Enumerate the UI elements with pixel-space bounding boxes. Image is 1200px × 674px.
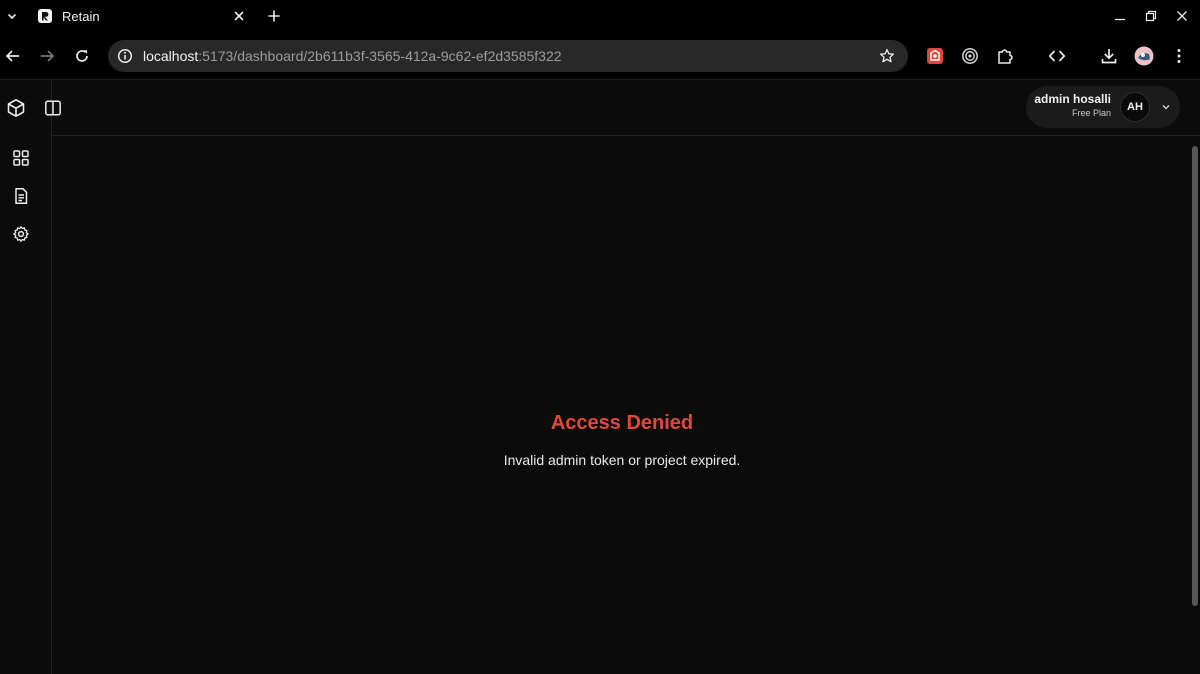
user-menu-chevron (1159, 100, 1173, 114)
download-icon (1101, 49, 1117, 64)
avatar: AH (1120, 92, 1150, 122)
reload-icon (76, 50, 88, 62)
retain-favicon-icon (38, 9, 52, 23)
browser-tab-strip: Retain (0, 0, 1200, 32)
star-icon (879, 48, 895, 63)
toggle-sidebar-button[interactable] (42, 97, 64, 119)
sidebar-item-dashboard[interactable] (10, 147, 32, 169)
gear-icon (13, 226, 29, 242)
url-path: :5173/dashboard/2b611b3f-3565-412a-9c62-… (198, 48, 562, 64)
browser-tab[interactable]: Retain (28, 0, 254, 32)
user-menu-button[interactable]: admin hosalli Free Plan AH (1026, 86, 1180, 128)
close-icon (1177, 11, 1187, 21)
sidebar-panel-icon (45, 100, 61, 116)
address-bar[interactable]: localhost:5173/dashboard/2b611b3f-3565-4… (108, 40, 908, 72)
chevron-down-icon (7, 13, 17, 20)
red-extension-icon (927, 48, 943, 64)
browser-menu-button[interactable] (1167, 44, 1191, 68)
profile-avatar-icon (1134, 46, 1154, 66)
site-info-button[interactable] (116, 47, 134, 65)
code-icon (1048, 50, 1066, 62)
main-content: Access Denied Invalid admin token or pro… (52, 136, 1200, 674)
close-icon (234, 11, 244, 21)
close-window-button[interactable] (1170, 6, 1194, 26)
extension-red-button[interactable] (923, 44, 947, 68)
document-icon (15, 188, 28, 204)
url-text[interactable]: localhost:5173/dashboard/2b611b3f-3565-4… (143, 48, 562, 64)
main-scrollbar[interactable] (1192, 146, 1198, 606)
tab-list-button[interactable] (3, 7, 21, 25)
restore-icon (1145, 10, 1157, 22)
target-icon (962, 48, 978, 64)
minimize-button[interactable] (1108, 6, 1132, 26)
extension-target-button[interactable] (958, 44, 982, 68)
sidebar-item-settings[interactable] (10, 223, 32, 245)
user-plan: Free Plan (1071, 108, 1111, 118)
back-button[interactable] (1, 44, 25, 68)
reload-button[interactable] (70, 44, 94, 68)
error-message: Invalid admin token or project expired. (503, 452, 741, 468)
arrow-left-icon (5, 50, 19, 62)
extensions-button[interactable] (993, 44, 1017, 68)
devtools-button[interactable] (1045, 44, 1069, 68)
browser-toolbar: localhost:5173/dashboard/2b611b3f-3565-4… (0, 32, 1200, 80)
plus-icon (268, 10, 280, 22)
restore-button[interactable] (1139, 6, 1163, 26)
arrow-right-icon (41, 50, 55, 62)
chevron-down-icon (1162, 105, 1170, 110)
kebab-icon (1177, 49, 1181, 63)
bookmark-button[interactable] (878, 47, 896, 65)
new-tab-button[interactable] (264, 6, 284, 26)
url-host: localhost (143, 48, 199, 64)
profile-button[interactable] (1132, 44, 1156, 68)
error-title: Access Denied (550, 412, 694, 434)
user-name: admin hosalli (1034, 92, 1111, 106)
dashboard-icon (13, 150, 29, 166)
app-sidebar (0, 80, 52, 674)
info-icon (117, 48, 133, 64)
sidebar-item-documents[interactable] (10, 185, 32, 207)
puzzle-icon (998, 49, 1013, 64)
forward-button[interactable] (35, 44, 59, 68)
downloads-button[interactable] (1097, 44, 1121, 68)
tab-title: Retain (62, 8, 100, 24)
app-logo-button[interactable] (5, 97, 27, 119)
app-header: admin hosalli Free Plan AH (45, 80, 1200, 136)
tab-close-button[interactable] (230, 7, 248, 25)
minimize-icon (1115, 18, 1125, 21)
cube-icon (7, 99, 25, 117)
